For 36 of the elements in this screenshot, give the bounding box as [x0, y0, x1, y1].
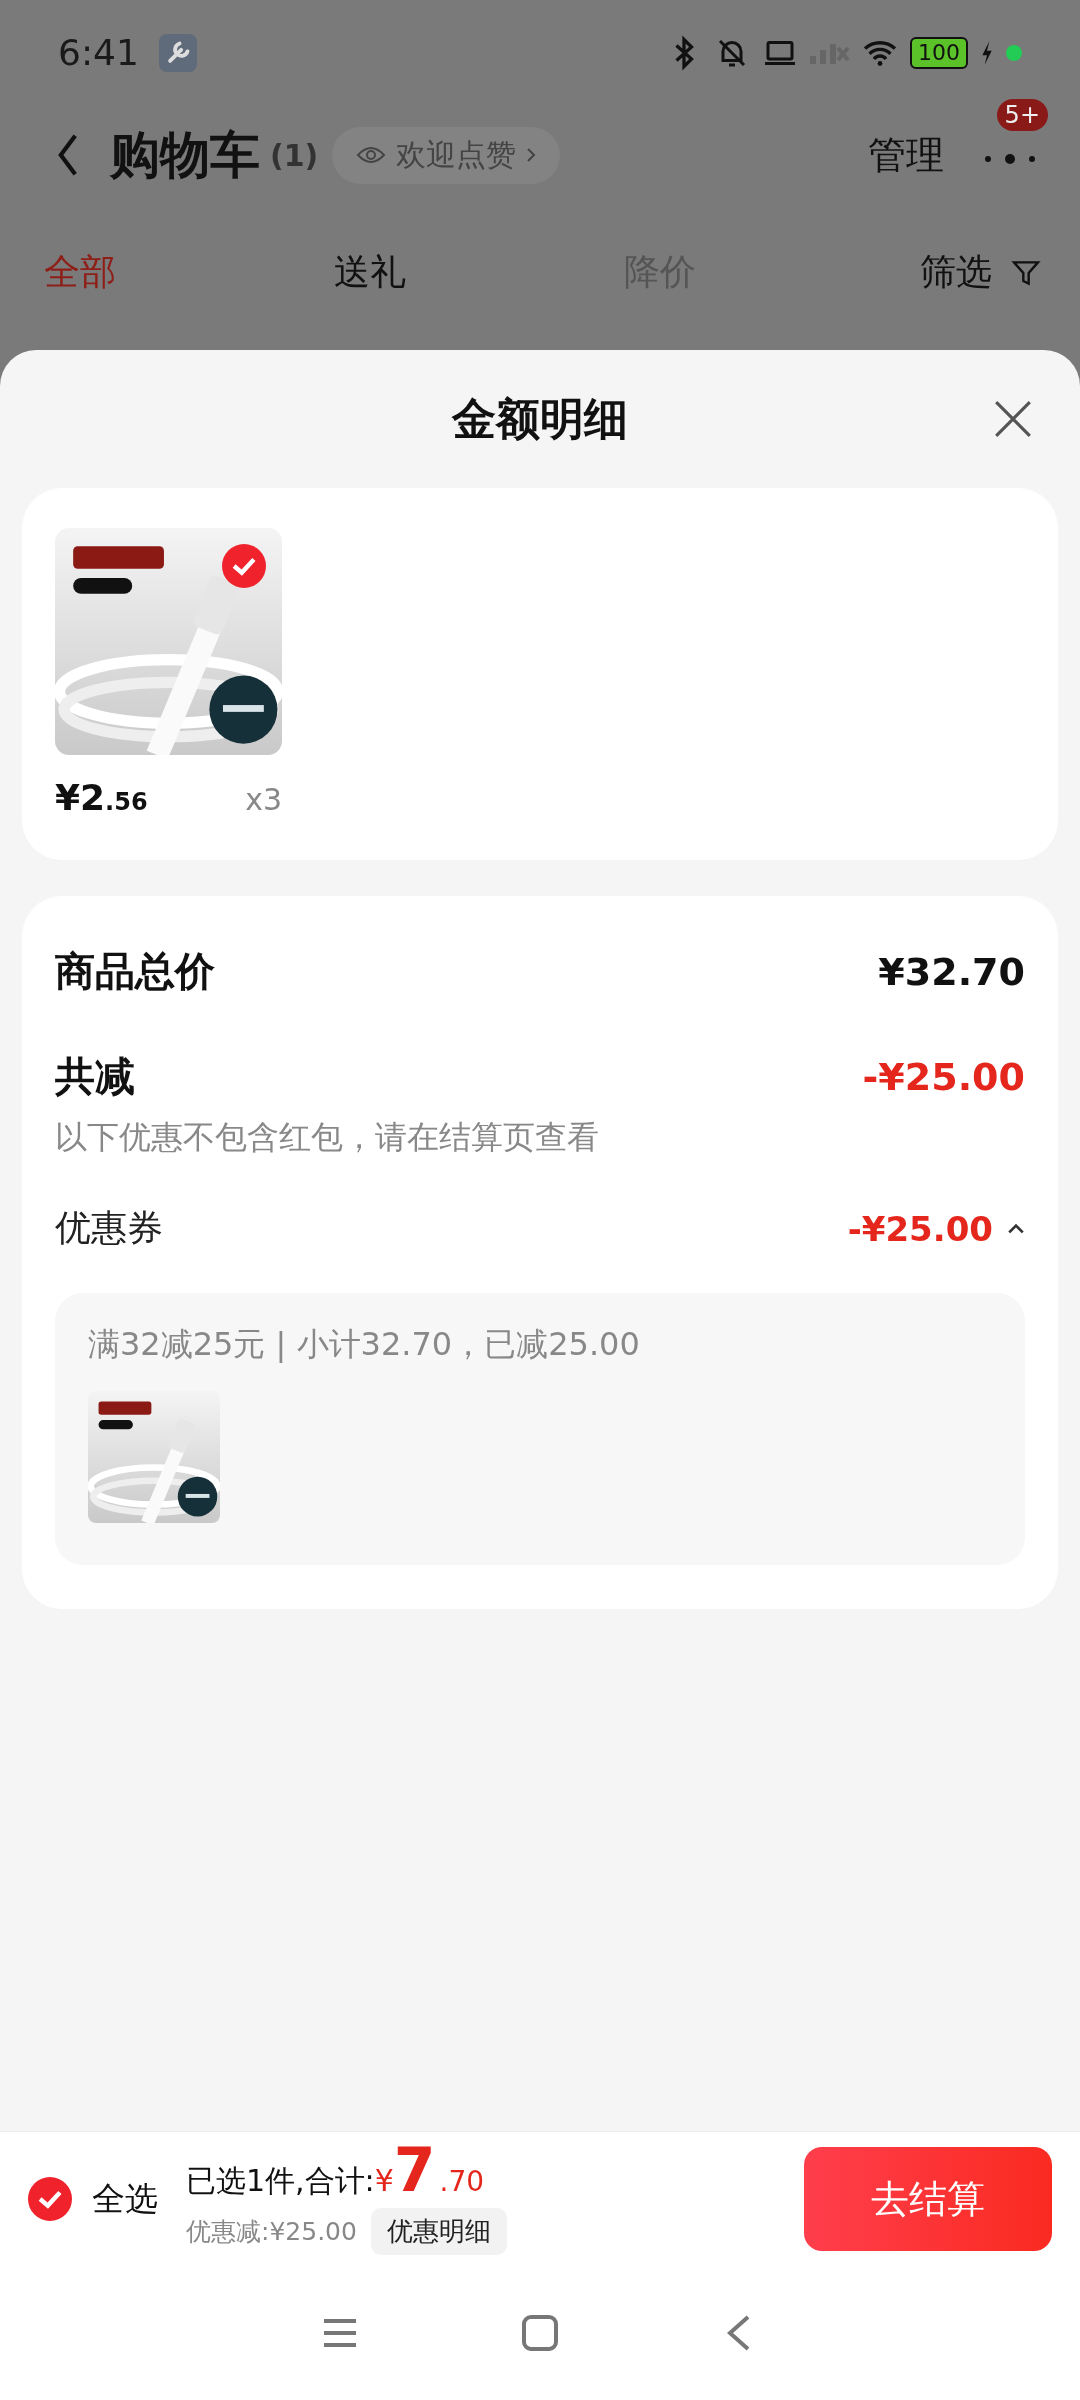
coupon-value: -¥25.00 [847, 1208, 993, 1249]
total-value: ¥32.70 [878, 949, 1025, 994]
total-label: 商品总价 [55, 947, 215, 996]
select-all-label[interactable]: 全选 [92, 2176, 158, 2222]
selected-summary: 已选1件,合计: [186, 2161, 375, 2200]
discount-note: 以下优惠不包含红包，请在结算页查看 [55, 1117, 600, 1158]
battery-level: 100 [910, 36, 968, 69]
clock-time: 6:41 [58, 32, 139, 73]
notification-badge: 5+ [996, 99, 1048, 131]
status-dot [1006, 44, 1022, 61]
checkout-button[interactable]: 去结算 [804, 2147, 1052, 2251]
page-title: 购物车 [110, 124, 260, 186]
item-count: (1) [270, 137, 319, 173]
coupon-label: 优惠券 [55, 1206, 163, 1250]
discount-label: 共减 [55, 1052, 135, 1101]
home-icon[interactable] [520, 2313, 560, 2353]
like-chip-label: 欢迎点赞 [396, 135, 517, 174]
manage-button[interactable]: 管理 [868, 129, 944, 181]
close-icon[interactable] [992, 398, 1034, 440]
discount-summary: 优惠减:¥25.00 [186, 2215, 357, 2248]
wrench-icon [158, 33, 197, 72]
like-chip[interactable]: 欢迎点赞 [332, 126, 561, 184]
sheet-title: 金额明细 [452, 391, 628, 446]
total-amount: ¥7.70 [374, 2143, 485, 2198]
item-price: ¥2.56 [55, 777, 148, 818]
eye-icon [356, 145, 387, 165]
checked-circle-icon[interactable] [28, 2177, 72, 2221]
chevron-up-icon[interactable] [1007, 1222, 1025, 1235]
chevron-right-icon [526, 147, 537, 163]
item-quantity: x3 [245, 782, 282, 817]
discount-details-button[interactable]: 优惠明细 [370, 2207, 507, 2255]
check-icon[interactable] [222, 544, 266, 588]
tab[interactable]: 送礼 [334, 248, 624, 297]
filter-button[interactable]: 筛选 [920, 248, 1042, 297]
coupon-detail: 满32减25元 | 小计32.70，已减25.00 [88, 1324, 641, 1365]
discount-value: -¥25.00 [862, 1054, 1025, 1099]
